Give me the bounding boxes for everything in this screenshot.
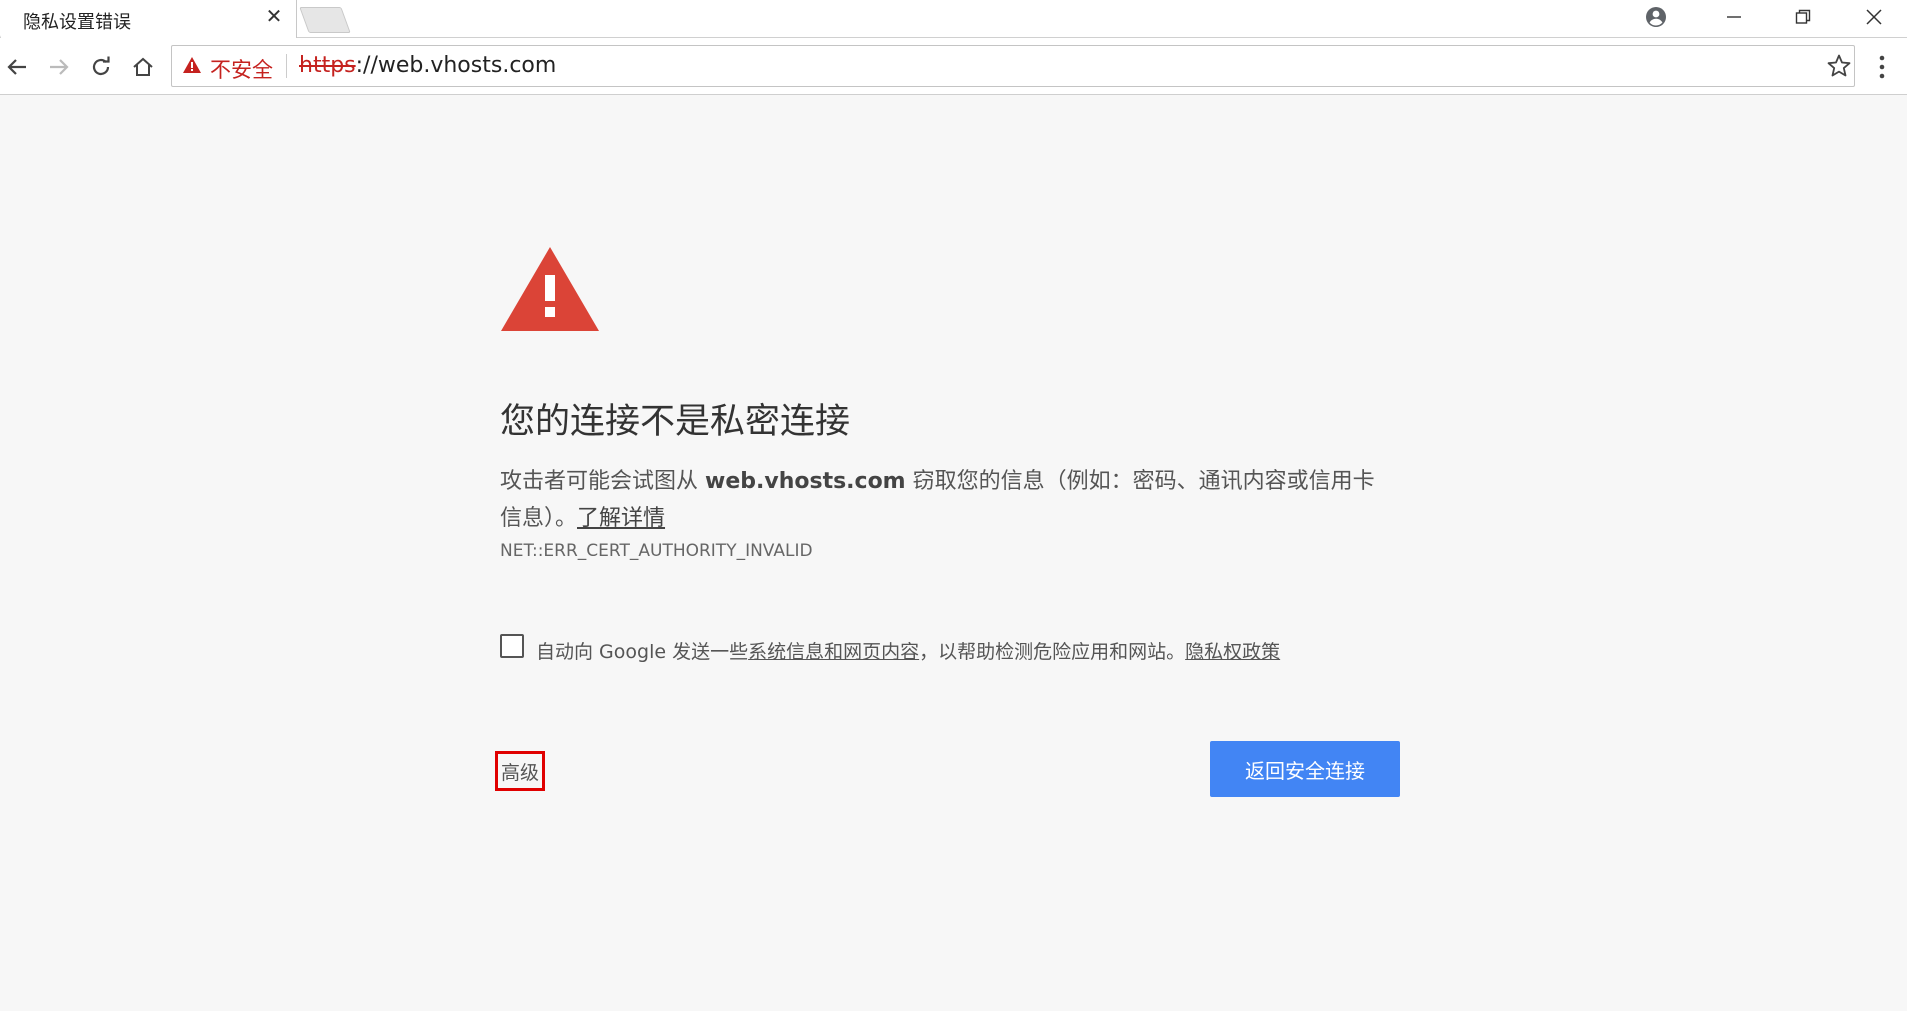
back-arrow-icon[interactable] <box>0 50 34 84</box>
tab-close-icon[interactable]: ✕ <box>264 6 284 26</box>
explanation-domain: web.vhosts.com <box>705 469 906 494</box>
privacy-policy-link[interactable]: 隐私权政策 <box>1185 641 1280 663</box>
explanation-prefix: 攻击者可能会试图从 <box>500 469 705 494</box>
report-prefix: 自动向 Google 发送一些 <box>536 641 749 663</box>
reload-icon[interactable] <box>84 50 118 84</box>
address-bar[interactable]: 不安全 https://web.vhosts.com <box>171 45 1855 87</box>
url-scheme: https <box>299 53 356 78</box>
tab-title: 隐私设置错误 <box>23 12 131 33</box>
menu-dots-icon[interactable] <box>1872 52 1892 82</box>
browser-toolbar: 不安全 https://web.vhosts.com <box>0 38 1907 95</box>
back-to-safety-button[interactable]: 返回安全连接 <box>1210 741 1400 797</box>
report-middle: ，以帮助检测危险应用和网站。 <box>919 641 1186 663</box>
new-tab-button[interactable] <box>299 7 351 33</box>
url-host: ://web.vhosts.com <box>355 53 557 78</box>
system-info-link[interactable]: 系统信息和网页内容 <box>748 641 919 663</box>
omnibox-divider <box>286 54 287 78</box>
minimize-icon[interactable] <box>1710 2 1758 32</box>
close-icon[interactable] <box>1850 2 1898 32</box>
security-status-label[interactable]: 不安全 <box>210 54 273 84</box>
profile-icon[interactable] <box>1632 2 1680 32</box>
url-text[interactable]: https://web.vhosts.com <box>299 53 556 78</box>
warning-triangle-icon <box>500 245 600 337</box>
explanation-text: 攻击者可能会试图从 web.vhosts.com 窃取您的信息（例如：密码、通讯… <box>500 463 1385 537</box>
warning-triangle-icon[interactable] <box>182 56 202 78</box>
title-bar: 隐私设置错误 ✕ <box>0 0 1907 38</box>
bookmark-star-icon[interactable] <box>1826 53 1852 79</box>
tab-active[interactable]: 隐私设置错误 ✕ <box>0 0 297 38</box>
home-icon[interactable] <box>126 50 160 84</box>
error-code: NET::ERR_CERT_AUTHORITY_INVALID <box>500 541 813 561</box>
forward-arrow-icon[interactable] <box>42 50 76 84</box>
report-checkbox[interactable] <box>500 634 524 658</box>
restore-icon[interactable] <box>1779 2 1827 32</box>
learn-more-link[interactable]: 了解详情 <box>577 506 665 531</box>
report-text: 自动向 Google 发送一些系统信息和网页内容，以帮助检测危险应用和网站。隐私… <box>536 637 1280 664</box>
advanced-button[interactable]: 高级 <box>495 751 545 791</box>
page-title: 您的连接不是私密连接 <box>500 402 851 442</box>
